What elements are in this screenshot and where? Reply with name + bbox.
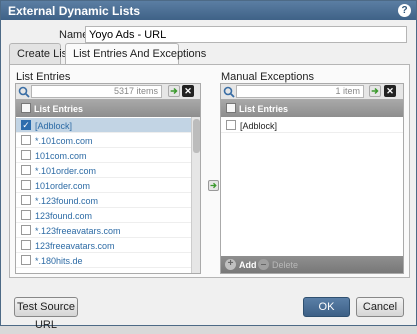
name-input[interactable] (85, 26, 407, 43)
list-item[interactable]: 123found.com (16, 208, 191, 223)
row-checkbox[interactable] (21, 135, 31, 145)
row-checkbox[interactable] (21, 240, 31, 250)
list-item[interactable]: ✓ [Adblock] (16, 118, 191, 133)
cancel-button[interactable]: Cancel (356, 297, 404, 317)
dialog-title: External Dynamic Lists (8, 4, 141, 18)
list-item[interactable]: 101order.com (16, 178, 191, 193)
ok-button[interactable]: OK (303, 297, 350, 317)
row-checkbox[interactable] (21, 165, 31, 175)
manual-exceptions-search-input[interactable]: 1 item (236, 85, 364, 98)
test-source-url-button[interactable]: Test Source URL (14, 297, 78, 331)
list-item[interactable]: *.101order.com (16, 163, 191, 178)
search-icon (18, 86, 30, 98)
arrow-right-icon (170, 87, 178, 95)
list-item-label: 101order.com (35, 181, 91, 191)
row-checkbox[interactable] (21, 195, 31, 205)
manual-exceptions-footer: + Add Delete (221, 256, 403, 273)
plus-icon[interactable]: + (225, 259, 236, 270)
minus-icon (258, 259, 269, 270)
list-item[interactable]: 123freeavatars.com (16, 238, 191, 253)
close-icon[interactable]: ✕ (182, 85, 194, 97)
list-item[interactable]: *.180hits.de (16, 253, 191, 268)
list-item-label: *.123freeavatars.com (35, 226, 121, 236)
close-icon[interactable]: ✕ (384, 85, 396, 97)
manual-exceptions-column-header: List Entries (221, 100, 403, 117)
manual-exceptions-grid: 1 item ✕ List Entries [Adblock] + Add De… (220, 83, 404, 274)
list-item[interactable]: [Adblock] (221, 118, 403, 133)
delete-button[interactable]: Delete (272, 260, 298, 270)
row-checkbox[interactable] (21, 180, 31, 190)
list-entries-header-label: List Entries (34, 104, 84, 114)
list-entries-column-header: List Entries (16, 100, 200, 117)
list-entries-scrollbar[interactable] (191, 117, 200, 273)
list-item-label: *.123found.com (35, 196, 99, 206)
list-item-label: 101com.com (35, 151, 87, 161)
list-item-label: [Adblock] (35, 121, 73, 131)
tab-create-list[interactable]: Create List (9, 43, 70, 64)
list-item-label: [Adblock] (240, 121, 278, 131)
list-item-label: *.180hits.de (35, 256, 83, 266)
name-row: Name (1, 26, 417, 44)
list-item-label: *.101order.com (35, 166, 97, 176)
select-all-checkbox[interactable] (226, 103, 236, 113)
manual-exceptions-go-button[interactable] (369, 85, 381, 97)
search-icon (223, 86, 235, 98)
list-entries-searchbar: 5317 items ✕ (16, 84, 200, 100)
row-checkbox[interactable] (226, 120, 236, 130)
list-item[interactable]: *.123freeavatars.com (16, 223, 191, 238)
arrow-right-icon (210, 182, 217, 189)
scrollbar-thumb[interactable] (193, 119, 200, 153)
add-button[interactable]: Add (239, 260, 257, 270)
row-checkbox[interactable] (21, 150, 31, 160)
list-item-label: *.101com.com (35, 136, 93, 146)
list-item-label: 123found.com (35, 211, 93, 221)
help-icon[interactable]: ? (398, 4, 411, 17)
manual-exceptions-header-label: List Entries (239, 104, 289, 114)
dialog-titlebar: External Dynamic Lists ? (1, 1, 416, 20)
list-item-label: 123freeavatars.com (35, 241, 115, 251)
tab-list-entries-and-exceptions[interactable]: List Entries And Exceptions (65, 43, 206, 64)
row-checkbox[interactable] (21, 225, 31, 235)
list-item[interactable]: *.101com.com (16, 133, 191, 148)
add-to-exceptions-button[interactable] (208, 180, 219, 191)
arrow-right-icon (371, 87, 379, 95)
row-checkbox[interactable] (21, 255, 31, 265)
list-item[interactable]: *.123found.com (16, 193, 191, 208)
list-entries-search-input[interactable]: 5317 items (31, 85, 162, 98)
name-label: Name (59, 29, 89, 41)
row-checkbox[interactable] (21, 210, 31, 220)
tab-panel: List Entries 5317 items ✕ List Entries ✓… (9, 64, 410, 278)
manual-exceptions-section-label: Manual Exceptions (221, 71, 314, 83)
row-checkbox[interactable]: ✓ (21, 120, 31, 130)
list-item[interactable]: 101com.com (16, 148, 191, 163)
select-all-checkbox[interactable] (21, 103, 31, 113)
list-entries-grid: 5317 items ✕ List Entries ✓ [Adblock] *.10… (15, 83, 201, 274)
list-entries-go-button[interactable] (168, 85, 180, 97)
external-dynamic-lists-dialog: External Dynamic Lists ? Name Create Lis… (0, 0, 417, 331)
manual-exceptions-searchbar: 1 item ✕ (221, 84, 403, 100)
list-entries-section-label: List Entries (16, 71, 71, 83)
